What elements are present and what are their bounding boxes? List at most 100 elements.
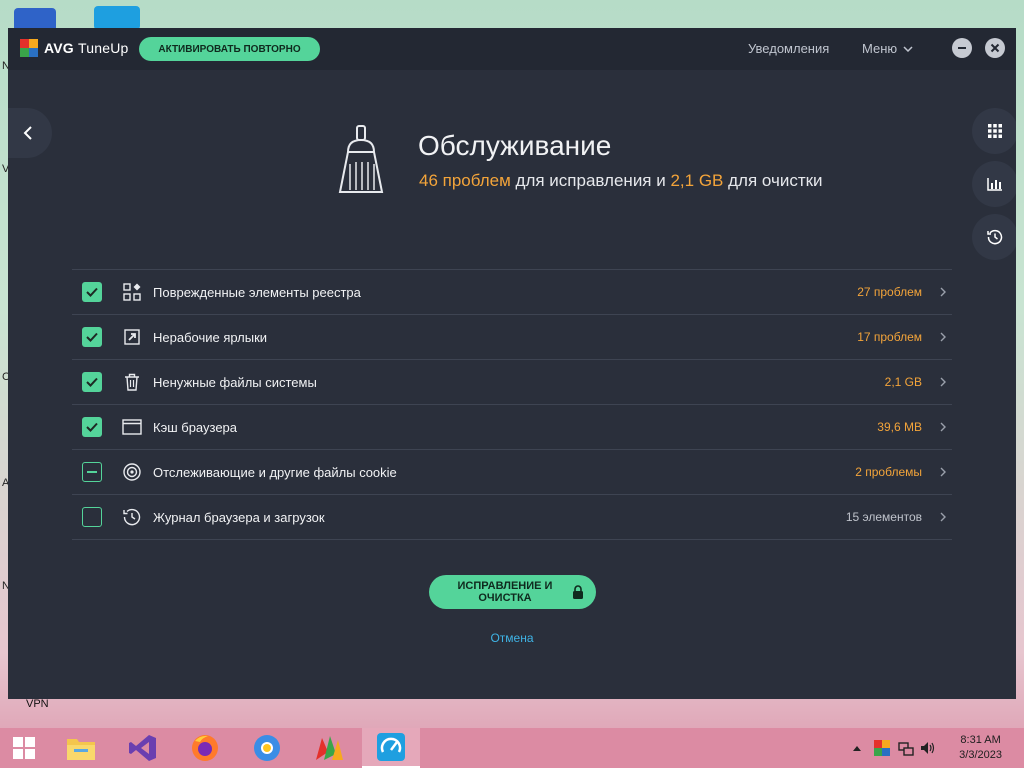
minimize-icon bbox=[958, 47, 966, 49]
visual-studio-taskbar[interactable] bbox=[114, 728, 172, 768]
maintenance-list: Поврежденные элементы реестра 27 проблем… bbox=[72, 269, 952, 540]
history-icon bbox=[987, 229, 1003, 245]
tray-overflow-icon[interactable] bbox=[853, 745, 861, 751]
tracking-icon bbox=[122, 462, 142, 482]
check-icon bbox=[86, 377, 98, 387]
item-value: 2,1 GB bbox=[884, 375, 922, 389]
item-value: 27 проблем bbox=[857, 285, 922, 299]
chevron-left-icon bbox=[23, 126, 32, 140]
checkbox-checked[interactable] bbox=[82, 282, 102, 302]
title-bar: AVG TuneUp АКТИВИРОВАТЬ ПОВТОРНО Уведомл… bbox=[8, 28, 1016, 70]
firefox-taskbar[interactable] bbox=[176, 728, 234, 768]
brand-name: AVG TuneUp bbox=[44, 40, 129, 56]
checkbox-partial[interactable] bbox=[82, 462, 102, 482]
apps-grid-button[interactable] bbox=[972, 108, 1016, 154]
page-title: Обслуживание bbox=[418, 130, 612, 161]
chevron-right-icon bbox=[940, 287, 946, 297]
avg-tuneup-window: AVG TuneUp АКТИВИРОВАТЬ ПОВТОРНО Уведомл… bbox=[8, 28, 1016, 699]
chevron-right-icon bbox=[940, 467, 946, 477]
brand-light: TuneUp bbox=[78, 40, 129, 56]
list-item-browser-cache[interactable]: Кэш браузера 39,6 MB bbox=[72, 404, 952, 449]
summary-clean-text: для очистки bbox=[728, 171, 823, 190]
item-label: Ненужные файлы системы bbox=[153, 374, 317, 390]
volume-icon[interactable] bbox=[920, 740, 936, 756]
fix-button-label: ИСПРАВЛЕНИЕ И ОЧИСТКА bbox=[443, 580, 567, 604]
list-item-tracking-cookies[interactable]: Отслеживающие и другие файлы cookie 2 пр… bbox=[72, 449, 952, 494]
taskbar: 8:31 AM 3/3/2023 bbox=[0, 728, 1024, 768]
system-clock[interactable]: 8:31 AM 3/3/2023 bbox=[959, 733, 1002, 763]
browser-taskbar[interactable] bbox=[238, 728, 296, 768]
browser-icon bbox=[254, 735, 280, 761]
checkbox-unchecked[interactable] bbox=[82, 507, 102, 527]
tuneup-icon bbox=[377, 733, 405, 761]
desktop-icon-tuneup[interactable] bbox=[94, 6, 140, 30]
item-value: 15 элементов bbox=[845, 510, 922, 524]
chevron-right-icon bbox=[940, 512, 946, 522]
list-item-browser-history[interactable]: Журнал браузера и загрузок 15 элементов bbox=[72, 494, 952, 540]
tuneup-taskbar-active[interactable] bbox=[362, 728, 420, 768]
check-icon bbox=[86, 332, 98, 342]
chevron-down-icon bbox=[903, 45, 913, 52]
broom-icon bbox=[334, 124, 388, 201]
checkbox-checked[interactable] bbox=[82, 372, 102, 392]
notifications-link[interactable]: Уведомления bbox=[748, 41, 829, 56]
chevron-right-icon bbox=[940, 377, 946, 387]
network-icon[interactable] bbox=[898, 740, 914, 756]
clock-date: 3/3/2023 bbox=[959, 749, 1002, 761]
item-label: Нерабочие ярлыки bbox=[153, 329, 268, 345]
check-icon bbox=[86, 287, 98, 297]
problems-count: 46 проблем bbox=[419, 171, 511, 190]
avg-taskbar[interactable] bbox=[300, 728, 358, 768]
desktop-vpn-label[interactable]: VPN bbox=[26, 698, 49, 710]
file-explorer-taskbar[interactable] bbox=[52, 728, 110, 768]
summary-text: 46 проблем для исправления и 2,1 GB для … bbox=[419, 171, 823, 191]
item-value: 17 проблем bbox=[857, 330, 922, 344]
avg-logo-icon bbox=[20, 39, 38, 57]
summary-fix-text: для исправления и bbox=[515, 171, 666, 190]
close-button[interactable] bbox=[985, 38, 1005, 58]
chevron-right-icon bbox=[940, 332, 946, 342]
minimize-button[interactable] bbox=[952, 38, 972, 58]
fix-button-line1: ИСПРАВЛЕНИЕ И bbox=[457, 580, 553, 592]
avg-icon bbox=[316, 736, 343, 760]
shortcut-icon bbox=[122, 327, 142, 347]
cleanup-size: 2,1 GB bbox=[670, 171, 724, 190]
firefox-icon bbox=[192, 735, 218, 761]
fix-button-line2: ОЧИСТКА bbox=[478, 592, 532, 604]
history-button[interactable] bbox=[972, 214, 1016, 260]
avg-tray-icon[interactable] bbox=[874, 740, 890, 756]
fix-and-clean-button[interactable]: ИСПРАВЛЕНИЕ И ОЧИСТКА bbox=[429, 575, 596, 609]
stats-button[interactable] bbox=[972, 161, 1016, 207]
list-item-system-junk[interactable]: Ненужные файлы системы 2,1 GB bbox=[72, 359, 952, 404]
item-label: Журнал браузера и загрузок bbox=[153, 509, 325, 525]
cancel-link[interactable]: Отмена bbox=[8, 631, 1016, 645]
avg-logo: AVG TuneUp bbox=[20, 39, 129, 57]
lock-icon bbox=[573, 585, 583, 599]
checkbox-checked[interactable] bbox=[82, 327, 102, 347]
browser-window-icon bbox=[122, 417, 142, 437]
start-button[interactable] bbox=[0, 728, 48, 768]
clock-time: 8:31 AM bbox=[960, 734, 1001, 746]
list-item-shortcuts[interactable]: Нерабочие ярлыки 17 проблем bbox=[72, 314, 952, 359]
trash-icon bbox=[122, 372, 142, 392]
close-icon bbox=[990, 43, 1000, 53]
item-label: Поврежденные элементы реестра bbox=[153, 284, 361, 300]
windows-logo-icon bbox=[13, 737, 35, 759]
check-icon bbox=[86, 422, 98, 432]
bar-chart-icon bbox=[987, 178, 1002, 191]
item-label: Отслеживающие и другие файлы cookie bbox=[153, 464, 397, 480]
activate-again-button[interactable]: АКТИВИРОВАТЬ ПОВТОРНО bbox=[139, 37, 320, 61]
chevron-right-icon bbox=[940, 422, 946, 432]
grid-icon bbox=[988, 124, 1002, 138]
history-icon bbox=[122, 507, 142, 527]
back-button[interactable] bbox=[8, 108, 52, 158]
folder-icon bbox=[67, 739, 95, 760]
list-item-registry[interactable]: Поврежденные элементы реестра 27 проблем bbox=[72, 269, 952, 314]
item-value: 39,6 MB bbox=[877, 420, 922, 434]
checkbox-checked[interactable] bbox=[82, 417, 102, 437]
minus-icon bbox=[87, 471, 97, 473]
item-value: 2 проблемы bbox=[855, 465, 922, 479]
visual-studio-icon bbox=[129, 735, 156, 761]
menu-dropdown[interactable]: Меню bbox=[862, 41, 913, 56]
brand-bold: AVG bbox=[44, 40, 74, 56]
